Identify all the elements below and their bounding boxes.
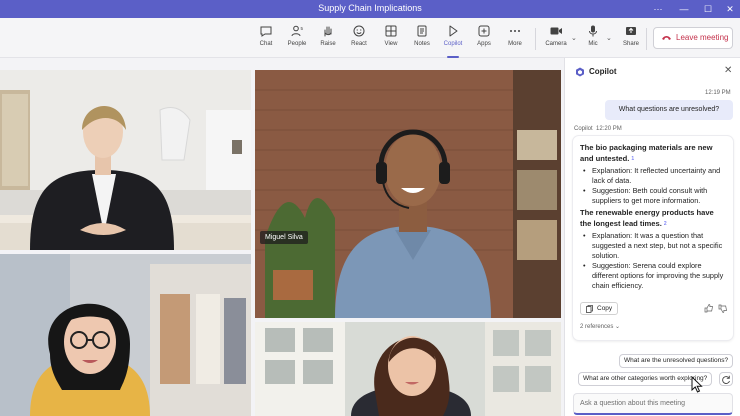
leave-meeting-label: Leave meeting	[676, 33, 729, 42]
apps-button[interactable]: Apps	[469, 24, 499, 56]
copilot-message-meta: Copilot 12:20 PM	[574, 126, 622, 132]
answer-section-title: The bio packaging materials are new and …	[580, 143, 726, 164]
refresh-suggestions-button[interactable]	[719, 372, 733, 386]
view-button[interactable]: View	[376, 24, 406, 56]
close-window-button[interactable]: ✕	[722, 2, 738, 16]
copilot-icon	[449, 25, 458, 37]
people-label: People	[287, 41, 307, 47]
minimize-button[interactable]: —	[676, 2, 692, 16]
chevron-down-icon: ⌄	[615, 324, 621, 330]
raise-label: Raise	[320, 41, 336, 47]
camera-icon	[550, 27, 562, 35]
answer-section-title: The renewable energy products have the l…	[580, 208, 726, 229]
view-label: View	[384, 41, 398, 47]
answer-bullet: Explanation: It reflected uncertainty an…	[580, 166, 726, 186]
view-icon	[385, 25, 397, 37]
apps-label: Apps	[477, 41, 491, 47]
copilot-label: Copilot	[443, 41, 463, 47]
maximize-button[interactable]: ☐	[700, 2, 716, 16]
answer-bullet: Suggestion: Serena could explore differe…	[580, 261, 726, 291]
notes-label: Notes	[414, 41, 430, 47]
react-icon	[353, 25, 365, 37]
copilot-panel-header: Copilot	[575, 67, 617, 77]
answer-bullet: Suggestion: Beth could consult with supp…	[580, 186, 726, 206]
copy-icon	[586, 305, 593, 313]
toolbar-divider	[535, 28, 536, 50]
leave-meeting-button[interactable]: Leave meeting	[653, 27, 733, 49]
user-message-bubble: What questions are unresolved?	[605, 100, 733, 120]
thumbs-down-icon[interactable]	[718, 304, 727, 313]
copilot-button[interactable]: Copilot	[438, 24, 468, 58]
title-bar: Supply Chain Implications ··· — ☐ ✕	[0, 0, 740, 18]
camera-label: Camera	[545, 41, 567, 47]
references-label: 2 references	[580, 324, 614, 330]
more-label: More	[508, 41, 522, 47]
mic-icon	[589, 25, 597, 37]
citation-marker[interactable]: 2	[664, 219, 667, 230]
participant-video	[255, 322, 561, 416]
participant-video	[0, 70, 251, 250]
copilot-title: Copilot	[589, 67, 617, 77]
share-label: Share	[622, 41, 639, 47]
participant-video-tile[interactable]: Miguel Silva	[255, 70, 561, 318]
thumbs-up-icon[interactable]	[704, 304, 713, 313]
participant-video-tile[interactable]	[255, 322, 561, 416]
copilot-panel: Copilot ✕ 12:19 PM What questions are un…	[564, 58, 740, 416]
meeting-toolbar: Chat 5 People Raise React View Notes Cop…	[0, 18, 740, 58]
copilot-logo-icon	[576, 67, 584, 77]
react-button[interactable]: React	[344, 24, 374, 56]
participant-video	[255, 70, 561, 318]
close-icon[interactable]: ✕	[724, 65, 732, 76]
participant-video-tile[interactable]	[0, 254, 251, 416]
people-icon: 5	[291, 25, 304, 37]
more-options-icon[interactable]: ···	[650, 2, 666, 16]
answer-section-title-text: The bio packaging materials are new and …	[580, 143, 713, 163]
mic-options-chevron-icon[interactable]: ⌄	[606, 34, 612, 42]
copy-label: Copy	[597, 305, 613, 312]
participant-name-tag: Miguel Silva	[260, 231, 308, 244]
refresh-icon	[722, 375, 730, 384]
copilot-message-timestamp: 12:20 PM	[596, 126, 622, 132]
more-button[interactable]: More	[500, 24, 530, 56]
copilot-sender-name: Copilot	[574, 126, 593, 132]
camera-button[interactable]: Camera	[541, 24, 571, 56]
toolbar-divider	[646, 28, 647, 50]
notes-icon	[417, 25, 427, 37]
people-button[interactable]: 5 People	[282, 24, 312, 56]
copilot-answer-card: The bio packaging materials are new and …	[573, 136, 733, 340]
people-count-badge: 5	[301, 26, 304, 31]
ask-question-input[interactable]: Ask a question about this meeting	[573, 393, 733, 415]
answer-bullet-list: Explanation: It was a question that sugg…	[580, 231, 726, 291]
copy-button[interactable]: Copy	[580, 302, 618, 315]
share-button[interactable]: Share	[616, 24, 646, 56]
user-message-timestamp: 12:19 PM	[705, 90, 731, 96]
answer-bullet: Explanation: It was a question that sugg…	[580, 231, 726, 261]
answer-section-title-text: The renewable energy products have the l…	[580, 208, 714, 228]
participant-video-tile[interactable]	[0, 70, 251, 250]
mic-button[interactable]: Mic	[578, 24, 608, 56]
apps-icon	[478, 25, 490, 37]
chat-label: Chat	[259, 41, 273, 47]
notes-button[interactable]: Notes	[407, 24, 437, 56]
mic-label: Mic	[588, 41, 598, 47]
chat-icon	[260, 26, 272, 37]
more-icon	[510, 30, 520, 32]
video-grid: Miguel Silva	[0, 70, 561, 416]
camera-options-chevron-icon[interactable]: ⌄	[571, 34, 577, 42]
raise-hand-button[interactable]: Raise	[313, 24, 343, 56]
phone-hangup-icon	[662, 36, 671, 40]
participant-video	[0, 254, 251, 416]
mouse-cursor-icon	[691, 376, 703, 393]
window-title: Supply Chain Implications	[318, 3, 422, 13]
references-toggle[interactable]: 2 references ⌄	[580, 323, 620, 330]
suggested-prompt-button[interactable]: What are the unresolved questions?	[619, 354, 734, 368]
share-icon	[626, 27, 636, 35]
citation-marker[interactable]: 1	[631, 154, 634, 165]
chat-button[interactable]: Chat	[251, 24, 281, 56]
raise-hand-icon	[324, 26, 332, 37]
react-label: React	[351, 41, 367, 47]
answer-bullet-list: Explanation: It reflected uncertainty an…	[580, 166, 726, 206]
